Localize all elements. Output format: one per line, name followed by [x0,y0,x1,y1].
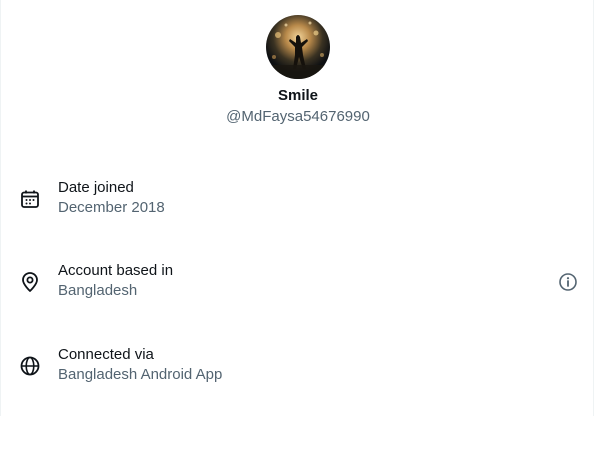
account-based-in-row: Account based in Bangladesh [1,262,595,306]
globe-icon [19,355,41,377]
calendar-icon [19,188,41,210]
avatar-image [266,15,330,79]
user-handle: @MdFaysa54676990 [226,108,370,125]
date-joined-row: Date joined December 2018 [1,179,595,223]
account-based-in-value: Bangladesh [58,282,138,299]
date-joined-label: Date joined [58,179,134,196]
account-based-in-label: Account based in [58,262,174,279]
date-joined-value: December 2018 [58,199,165,216]
connected-via-label: Connected via [58,346,154,363]
about-account-panel: Smile @MdFaysa54676990 Date joined Decem… [0,0,594,416]
avatar[interactable] [266,15,330,79]
connected-via-value: Bangladesh Android App [58,366,223,383]
display-name: Smile [277,87,319,104]
connected-via-row: Connected via Bangladesh Android App [1,346,595,390]
info-icon[interactable] [557,271,579,293]
location-pin-icon [19,271,41,293]
